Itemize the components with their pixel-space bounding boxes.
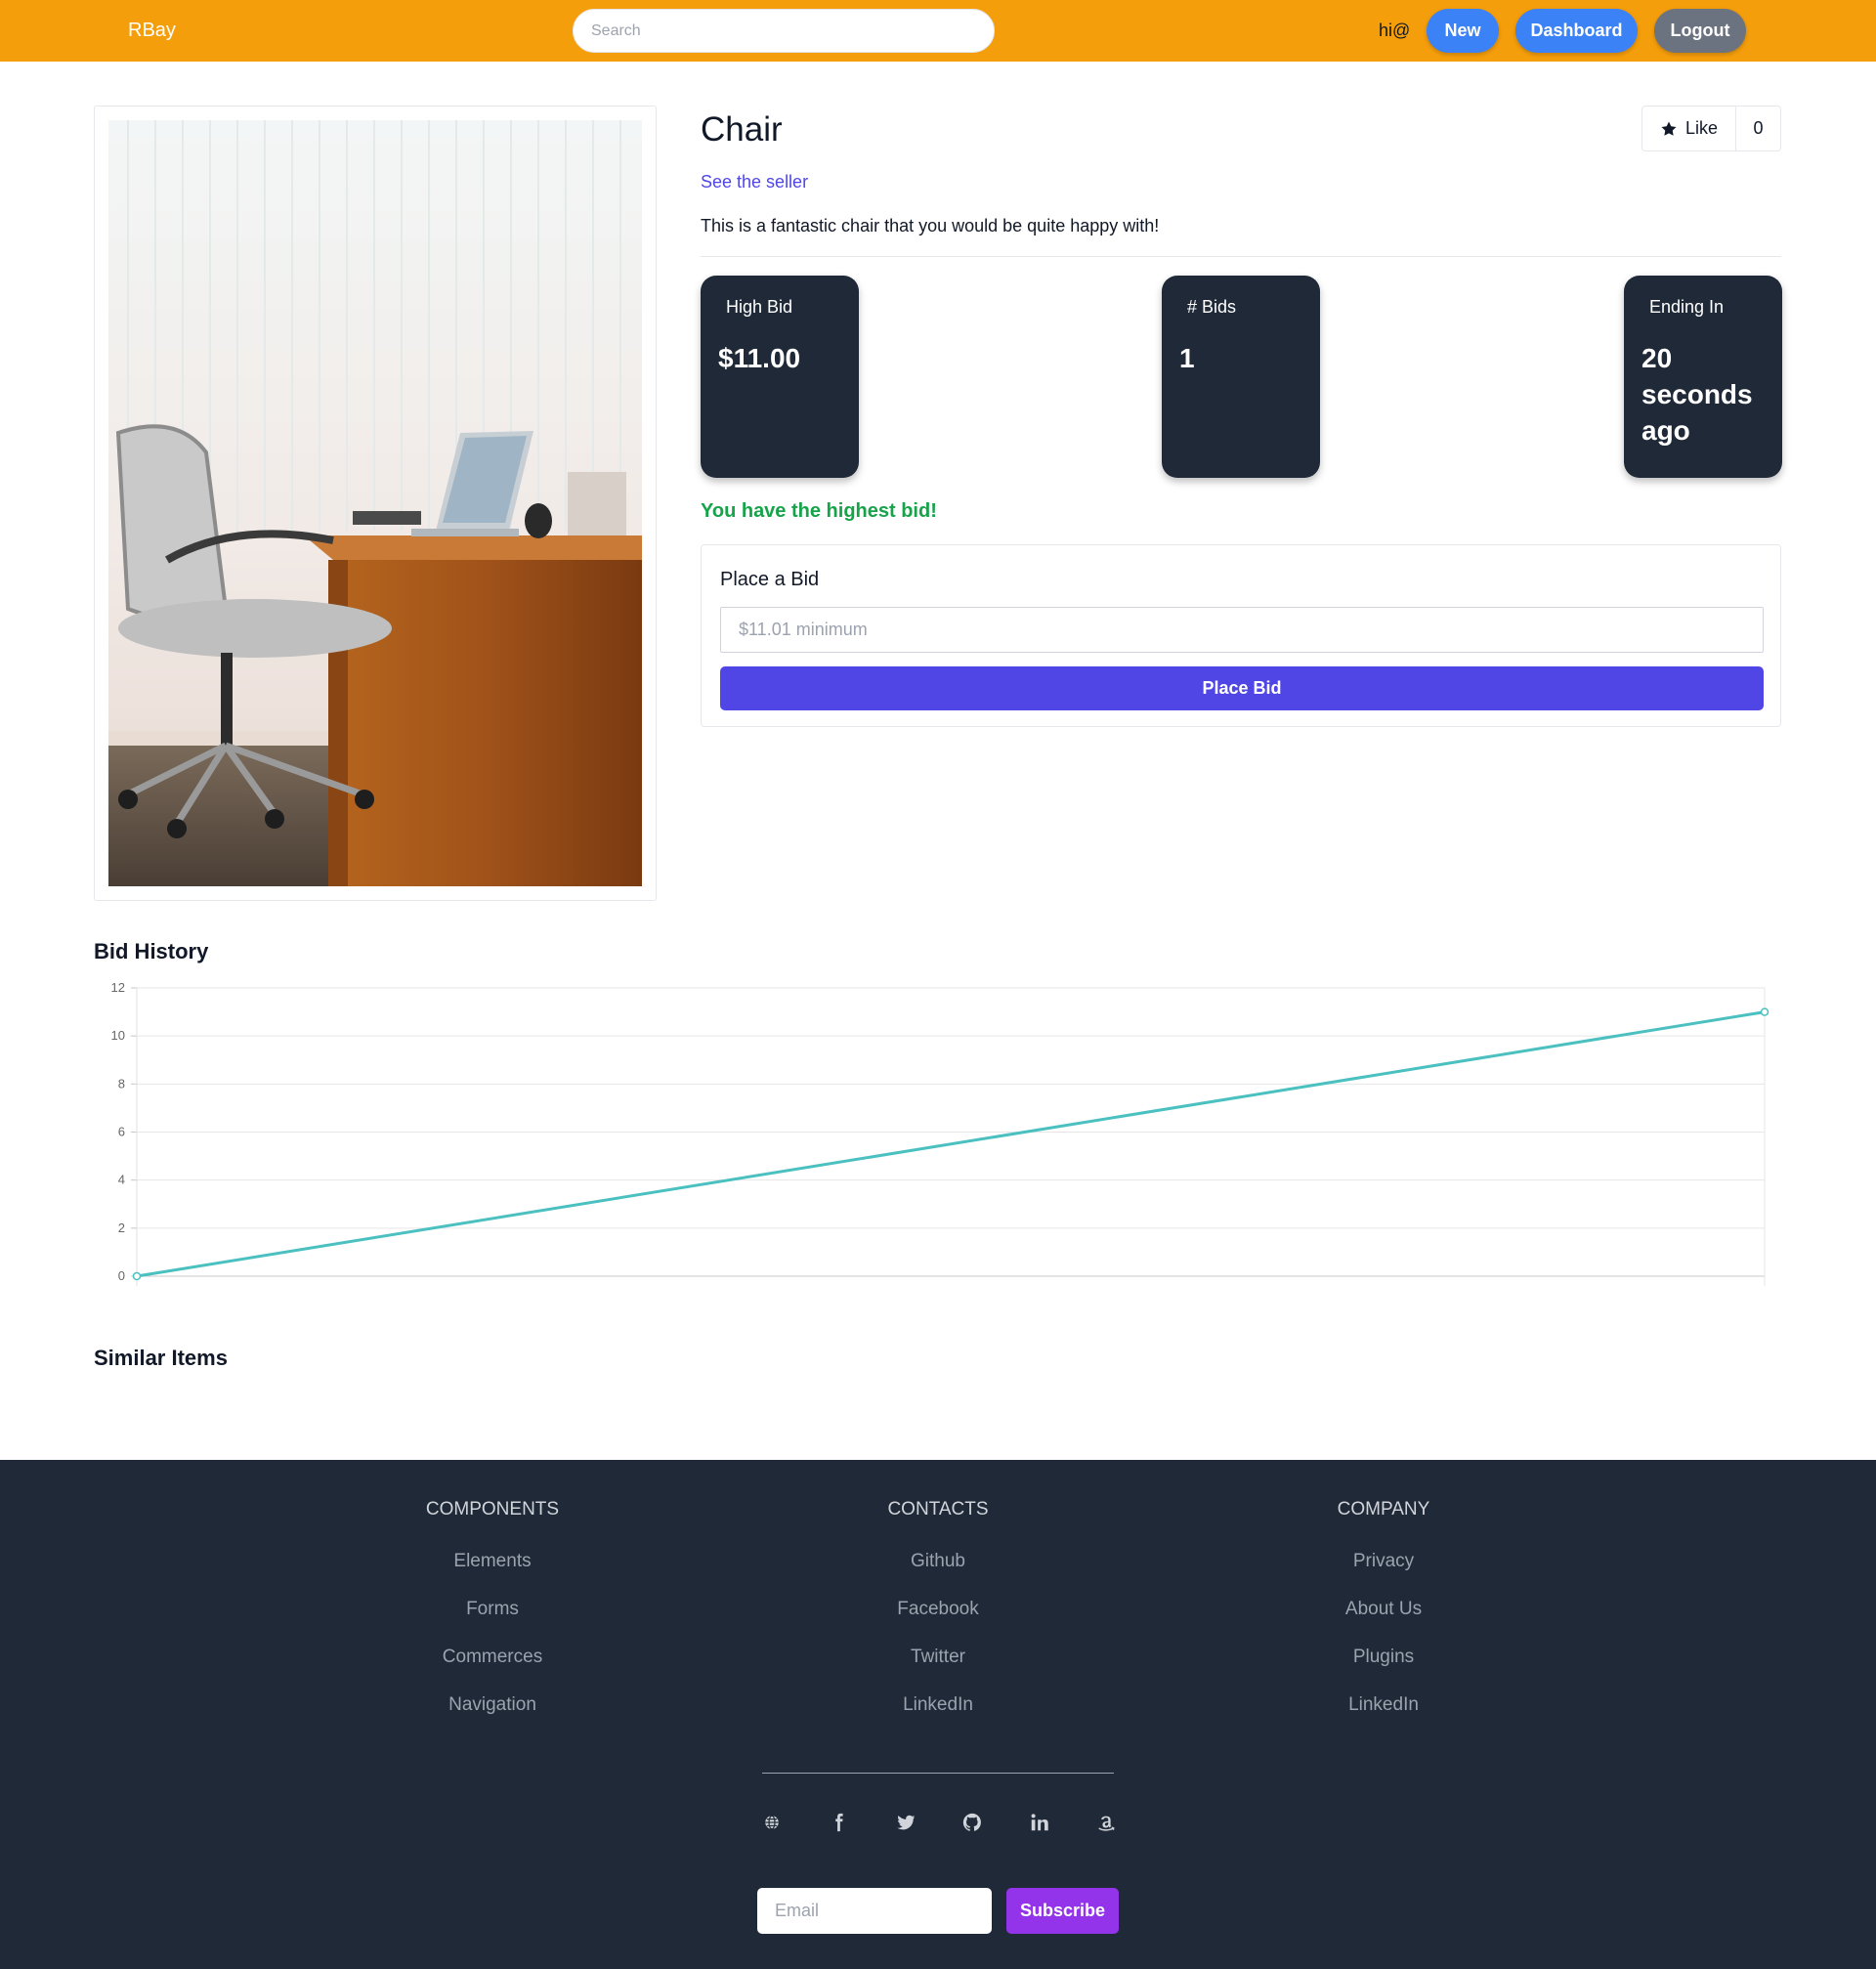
y-tick-label: 6 xyxy=(118,1125,125,1139)
data-point xyxy=(132,1271,142,1281)
footer-heading: COMPONENTS xyxy=(425,1499,560,1520)
y-tick-label: 0 xyxy=(118,1268,125,1283)
footer-link-twitter[interactable]: Twitter xyxy=(791,1643,1085,1672)
subscribe-button[interactable]: Subscribe xyxy=(1006,1888,1119,1934)
y-tick-label: 2 xyxy=(118,1220,125,1235)
linkedin-icon[interactable] xyxy=(1026,1809,1053,1836)
stat-label: # Bids xyxy=(1187,297,1237,317)
y-tick-label: 4 xyxy=(118,1173,125,1187)
bid-history-title: Bid History xyxy=(94,939,209,963)
footer-link-linkedin[interactable]: LinkedIn xyxy=(791,1691,1085,1720)
bid-history-chart: 0 2 4 6 8 10 12 xyxy=(111,980,1769,1286)
stat-value: 1 xyxy=(1179,343,1195,373)
data-point xyxy=(1760,1007,1769,1016)
high-bid-card: High Bid $11.00 xyxy=(701,276,859,478)
footer-column-components: COMPONENTS Elements Forms Commerces Navi… xyxy=(346,1499,639,1720)
github-icon[interactable] xyxy=(959,1809,986,1836)
similar-items-title: Similar Items xyxy=(94,1346,228,1370)
footer-heading: COMPANY xyxy=(1337,1499,1430,1520)
see-seller-link[interactable]: See the seller xyxy=(701,172,808,193)
social-links xyxy=(758,1809,1120,1836)
like-button[interactable]: Like xyxy=(1642,107,1736,150)
footer-link-facebook[interactable]: Facebook xyxy=(791,1595,1085,1624)
like-count: 0 xyxy=(1753,118,1764,138)
footer-divider xyxy=(762,1773,1114,1774)
place-bid-card: Place a Bid Place Bid xyxy=(701,544,1781,727)
user-greeting: hi@ xyxy=(1379,21,1411,40)
logout-button[interactable]: Logout xyxy=(1654,9,1746,53)
footer-link-plugins[interactable]: Plugins xyxy=(1237,1643,1530,1672)
item-title: Chair xyxy=(701,110,783,149)
stat-label: High Bid xyxy=(726,297,793,317)
footer-column-company: COMPANY Privacy About Us Plugins LinkedI… xyxy=(1237,1499,1530,1720)
stat-label: Ending In xyxy=(1649,297,1725,317)
product-image xyxy=(108,120,642,886)
product-image-card xyxy=(94,106,657,901)
site-footer: COMPONENTS Elements Forms Commerces Navi… xyxy=(0,1460,1876,1969)
y-tick-label: 12 xyxy=(111,980,125,995)
footer-link-navigation[interactable]: Navigation xyxy=(346,1691,639,1720)
bid-status-message: You have the highest bid! xyxy=(701,500,937,522)
stat-value: 20 seconds ago xyxy=(1642,343,1753,446)
bid-amount-input[interactable] xyxy=(720,607,1764,653)
facebook-icon[interactable] xyxy=(825,1809,852,1836)
like-button-group: Like 0 xyxy=(1642,106,1781,151)
details-divider xyxy=(701,256,1781,257)
footer-heading: CONTACTS xyxy=(887,1499,989,1520)
footer-column-contacts: CONTACTS Github Facebook Twitter LinkedI… xyxy=(791,1499,1085,1720)
brand-logo[interactable]: RBay xyxy=(128,20,176,42)
footer-link-privacy[interactable]: Privacy xyxy=(1237,1547,1530,1576)
amazon-icon[interactable] xyxy=(1092,1809,1120,1836)
footer-link-github[interactable]: Github xyxy=(791,1547,1085,1576)
like-label: Like xyxy=(1684,118,1719,138)
y-tick-label: 8 xyxy=(118,1076,125,1091)
ending-in-card: Ending In 20 seconds ago xyxy=(1624,276,1782,478)
search-input[interactable] xyxy=(573,9,995,53)
place-bid-button[interactable]: Place Bid xyxy=(720,666,1764,710)
dashboard-button[interactable]: Dashboard xyxy=(1515,9,1638,53)
item-description: This is a fantastic chair that you would… xyxy=(701,216,1160,235)
top-navbar: RBay hi@ New Dashboard Logout xyxy=(0,0,1876,62)
footer-link-forms[interactable]: Forms xyxy=(346,1595,639,1624)
place-bid-title: Place a Bid xyxy=(720,569,820,590)
series-line xyxy=(136,1010,1766,1278)
stat-value: $11.00 xyxy=(718,343,801,373)
footer-link-about-us[interactable]: About Us xyxy=(1237,1595,1530,1624)
bid-count-card: # Bids 1 xyxy=(1162,276,1320,478)
star-icon xyxy=(1661,121,1677,136)
y-tick-label: 10 xyxy=(111,1028,125,1043)
new-button[interactable]: New xyxy=(1427,9,1499,53)
footer-link-commerces[interactable]: Commerces xyxy=(346,1643,639,1672)
newsletter-email-input[interactable] xyxy=(757,1888,992,1934)
footer-link-linkedin-company[interactable]: LinkedIn xyxy=(1237,1691,1530,1720)
globe-icon[interactable] xyxy=(758,1809,786,1836)
footer-link-elements[interactable]: Elements xyxy=(346,1547,639,1576)
twitter-icon[interactable] xyxy=(892,1809,919,1836)
